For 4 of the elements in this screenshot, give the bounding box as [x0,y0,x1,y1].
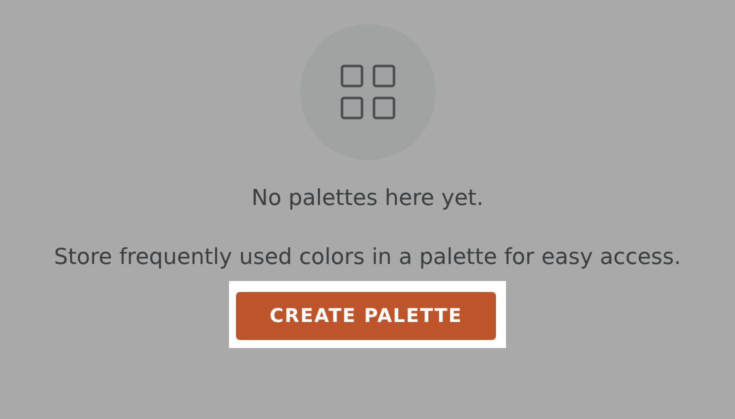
grid-icon [340,64,396,120]
empty-description: Store frequently used colors in a palette for easy access. [53,244,682,272]
create-palette-button[interactable]: CREATE PALETTE [236,292,496,340]
empty-title: No palettes here yet. [252,185,484,213]
